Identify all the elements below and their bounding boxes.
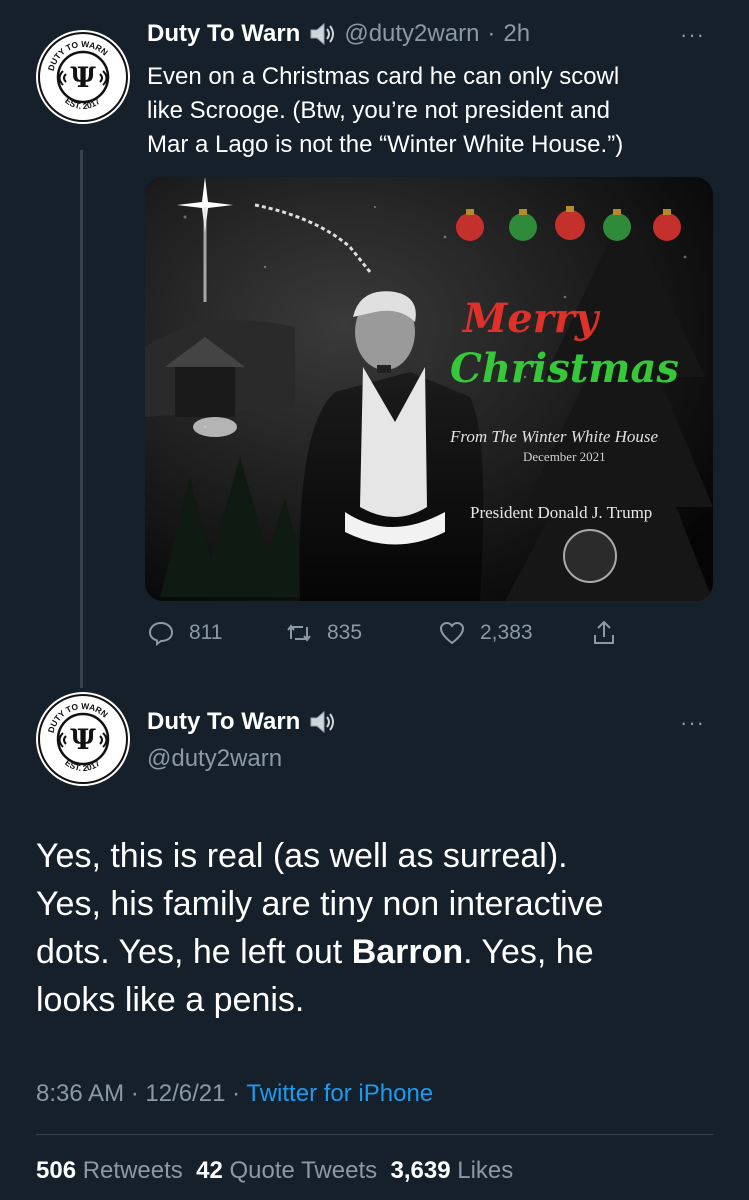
retweets-count: 506 [36,1157,77,1184]
quotes-count: 42 [196,1157,223,1184]
handle[interactable]: @duty2warn [344,20,479,48]
card-merry-text: Merry [463,295,599,342]
share-button[interactable] [590,619,618,647]
handle[interactable]: @duty2warn [147,745,282,773]
tweet-time[interactable]: 8:36 AM [36,1080,124,1107]
card-from-text: From The Winter White House [450,427,659,446]
quotes-stat[interactable]: 42 Quote Tweets [196,1157,377,1184]
avatar[interactable]: DUTY TO WARN EST. 2017 Ψ [34,28,132,126]
tweet-text: Even on a Christmas card he can only sco… [147,60,707,162]
tweet-meta: 8:36 AM · 12/6/21 · Twitter for iPhone [36,1080,433,1108]
divider [36,1134,713,1135]
card-signature-text: President Donald J. Trump [470,503,653,522]
like-count: 2,383 [480,621,533,644]
retweet-icon [287,624,311,642]
svg-text:Ψ: Ψ [70,723,96,756]
separator-dot: · [487,20,496,47]
reply-button[interactable]: 811 [147,619,222,647]
more-options-icon[interactable]: ··· [680,710,705,736]
display-name[interactable]: Duty To Warn [147,20,300,48]
card-christmas-text: Christmas [450,345,679,392]
tweet-date[interactable]: 12/6/21 [145,1080,225,1107]
main-tweet-line: dots. Yes, he left out Barron. Yes, he [36,928,726,976]
bold-text-barron: Barron [351,933,464,971]
likes-count: 3,639 [390,1157,451,1184]
retweet-count: 835 [327,621,363,644]
avatar[interactable]: DUTY TO WARN EST. 2017 Ψ [34,690,132,788]
main-tweet-text: Yes, this is real (as well as surreal). … [36,832,726,1024]
share-icon [594,620,614,644]
retweets-stat[interactable]: 506 Retweets [36,1157,183,1184]
retweet-button[interactable]: 835 [285,619,362,647]
text-segment: . Yes, he [463,933,594,971]
reply-icon [148,621,174,646]
main-tweet-line: looks like a penis. [36,981,305,1019]
heart-icon [439,621,465,645]
source-link[interactable]: Twitter for iPhone [246,1080,433,1107]
main-tweet-line: Yes, his family are tiny non interactive [36,885,604,923]
meta-dot: · [130,1080,139,1107]
tweet-text-line: Mar a Lago is not the “Winter White Hous… [147,131,624,158]
duty-to-warn-logo-icon: DUTY TO WARN EST. 2017 Ψ [38,694,128,784]
christmas-card-image[interactable]: Merry Christmas From The Winter White Ho… [145,177,713,601]
card-date-text: December 2021 [523,449,606,464]
meta-dot: · [232,1080,241,1107]
speaker-icon [308,21,336,47]
like-button[interactable]: 2,383 [438,619,533,647]
presidential-seal-icon [563,529,617,583]
engagement-stats: 506 Retweets 42 Quote Tweets 3,639 Likes [36,1157,513,1185]
tweet-text-line: like Scrooge. (Btw, you’re not president… [147,97,610,124]
timestamp[interactable]: 2h [503,20,530,48]
reply-count: 811 [189,621,223,644]
duty-to-warn-logo-icon: DUTY TO WARN EST. 2017 Ψ [38,32,128,122]
tweet-text-line: Even on a Christmas card he can only sco… [147,63,620,90]
likes-stat[interactable]: 3,639 Likes [390,1157,513,1184]
more-options-icon[interactable]: ··· [680,22,705,48]
svg-text:Ψ: Ψ [70,61,96,94]
quotes-label: Quote Tweets [229,1157,378,1184]
retweets-label: Retweets [82,1157,183,1184]
speaker-icon [308,709,336,735]
text-segment: dots. Yes, he left out [36,933,352,971]
thread-connector-line [80,150,83,688]
display-name[interactable]: Duty To Warn [147,708,300,736]
likes-label: Likes [457,1157,514,1184]
main-tweet-line: Yes, this is real (as well as surreal). [36,837,568,875]
